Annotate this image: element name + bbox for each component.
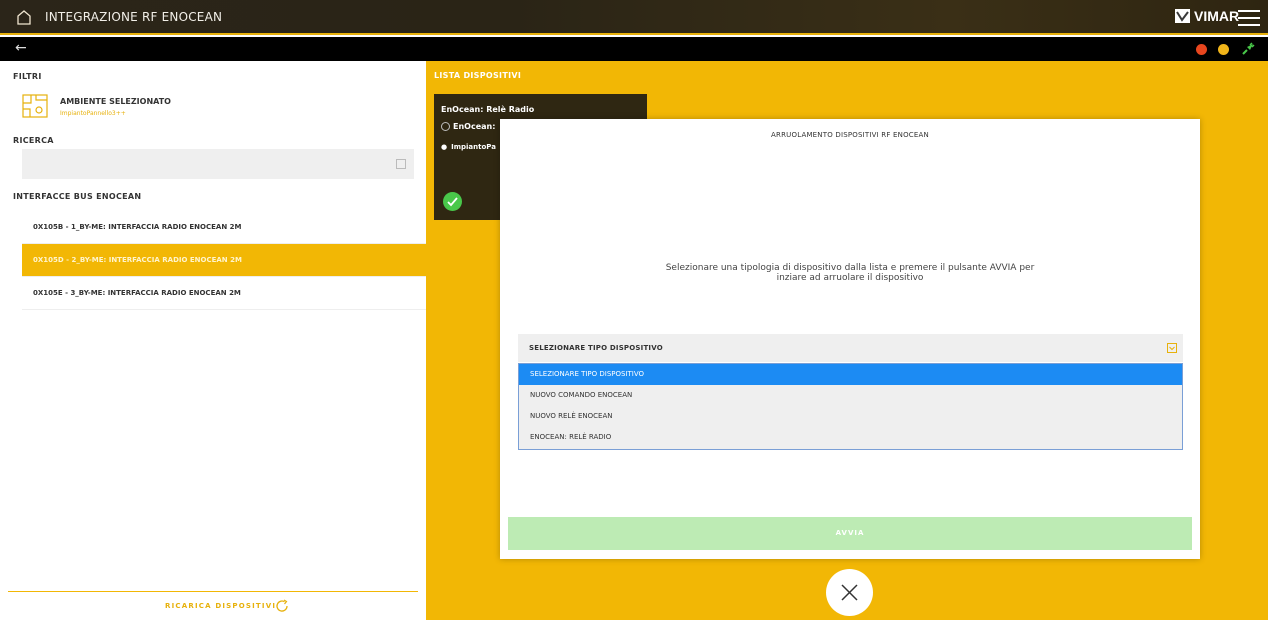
edit-icon[interactable]: [396, 159, 406, 169]
brand-logo: VIMAR: [1175, 8, 1239, 24]
location-pin-icon: ●: [441, 143, 448, 151]
back-arrow-icon[interactable]: ←: [15, 40, 27, 56]
close-button[interactable]: [826, 569, 873, 616]
chevron-down-icon[interactable]: [1167, 343, 1177, 353]
reload-devices-button[interactable]: RICARICA DISPOSITIVI: [8, 591, 418, 620]
app-header: INTEGRAZIONE RF ENOCEAN VIMAR: [0, 0, 1268, 35]
device-card-type: EnOcean:: [453, 122, 496, 131]
interface-item[interactable]: 0X105E - 3_BY-ME: INTERFACCIA RADIO ENOC…: [22, 277, 426, 310]
device-type-options: SELEZIONARE TIPO DISPOSITIVO NUOVO COMAN…: [518, 363, 1183, 450]
dropdown-option[interactable]: ENOCEAN: RELÈ RADIO: [519, 427, 1182, 448]
interface-item[interactable]: 0X105B - 1_BY-ME: INTERFACCIA RADIO ENOC…: [22, 211, 426, 244]
filters-label: FILTRI: [13, 72, 42, 81]
dropdown-option[interactable]: NUOVO COMANDO ENOCEAN: [519, 385, 1182, 406]
device-card-place-row: ● ImpiantoPa: [441, 143, 496, 151]
error-status-icon[interactable]: [1196, 44, 1207, 55]
search-input[interactable]: [22, 149, 414, 179]
dropdown-option[interactable]: NUOVO RELÈ ENOCEAN: [519, 406, 1182, 427]
enrollment-dialog: ARRUOLAMENTO DISPOSITIVI RF ENOCEAN Sele…: [500, 119, 1200, 559]
check-icon: [443, 192, 462, 211]
dialog-title: ARRUOLAMENTO DISPOSITIVI RF ENOCEAN: [771, 131, 929, 139]
brand-name: VIMAR: [1194, 8, 1240, 24]
dropdown-option[interactable]: SELEZIONARE TIPO DISPOSITIVO: [519, 364, 1182, 385]
home-icon[interactable]: [16, 9, 32, 25]
floorplan-location-icon: [22, 94, 48, 118]
device-card-type-row: EnOcean:: [441, 122, 495, 131]
start-button[interactable]: AVVIA: [508, 517, 1192, 550]
interface-item-selected[interactable]: 0X105D - 2_BY-ME: INTERFACCIA RADIO ENOC…: [22, 244, 426, 277]
hamburger-menu-icon[interactable]: [1238, 10, 1260, 26]
connection-plug-icon[interactable]: [1240, 41, 1256, 57]
selected-room-title[interactable]: AMBIENTE SELEZIONATO: [60, 97, 171, 106]
device-type-select[interactable]: SELEZIONARE TIPO DISPOSITIVO: [518, 334, 1183, 362]
devices-list-label: LISTA DISPOSITIVI: [434, 71, 522, 80]
interfaces-label: INTERFACCE BUS ENOCEAN: [13, 192, 142, 201]
page-title: INTEGRAZIONE RF ENOCEAN: [45, 10, 223, 24]
dialog-message: Selezionare una tipologia di dispositivo…: [665, 263, 1035, 283]
search-label: RICERCA: [13, 136, 54, 145]
device-card-place: ImpiantoPa: [451, 143, 496, 151]
warning-status-icon[interactable]: [1218, 44, 1229, 55]
close-icon: [841, 584, 858, 601]
reload-devices-label: RICARICA DISPOSITIVI: [165, 602, 277, 610]
navigation-bar: ←: [0, 37, 1268, 61]
refresh-icon: [276, 599, 288, 612]
filters-panel: FILTRI AMBIENTE SELEZIONATO ImpiantoPann…: [0, 61, 426, 620]
device-type-select-value: SELEZIONARE TIPO DISPOSITIVO: [529, 344, 663, 352]
vimar-logo-icon: [1175, 9, 1190, 23]
info-icon: [441, 122, 450, 131]
device-card-title: EnOcean: Relè Radio: [441, 105, 535, 114]
selected-room-value[interactable]: ImpiantoPannello3++: [60, 110, 126, 117]
